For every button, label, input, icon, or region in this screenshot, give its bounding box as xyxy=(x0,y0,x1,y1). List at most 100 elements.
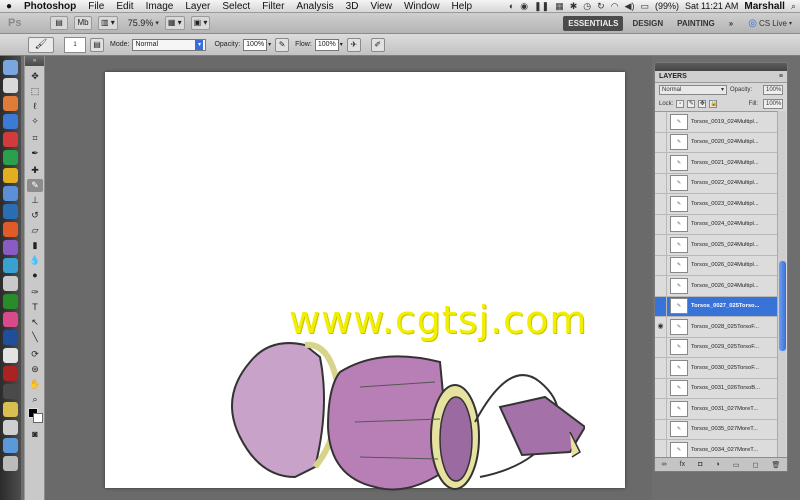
zoom-dropdown-icon[interactable]: ▾ xyxy=(155,19,159,27)
visibility-toggle[interactable] xyxy=(655,234,667,255)
visibility-toggle[interactable] xyxy=(655,337,667,358)
blur-tool-icon[interactable]: 💧 xyxy=(27,254,43,267)
visibility-toggle[interactable] xyxy=(655,296,667,317)
dock-app-icon-5[interactable] xyxy=(3,168,18,183)
dock-app-icon-3[interactable] xyxy=(3,132,18,147)
visibility-toggle[interactable] xyxy=(655,255,667,276)
layer-row[interactable]: ✎ Torsos_0030_025TorsoF... xyxy=(655,357,777,379)
opacity-dropdown-icon[interactable]: ▾ xyxy=(268,41,271,48)
dock-app-icon-11[interactable] xyxy=(3,276,18,291)
layer-row[interactable]: ✎ Torsos_0031_027MoreT... xyxy=(655,398,777,420)
fill-input[interactable]: 100% xyxy=(763,99,783,109)
firefox-icon[interactable] xyxy=(3,96,18,111)
visibility-toggle[interactable] xyxy=(655,132,667,153)
dock-app-icon-14[interactable] xyxy=(3,348,18,363)
menu-file[interactable]: File xyxy=(82,0,110,13)
dock-app-icon-2[interactable] xyxy=(3,114,18,129)
visibility-toggle[interactable] xyxy=(655,111,667,132)
mode-select[interactable]: Normal ▾ xyxy=(132,38,207,51)
quick-mask-icon[interactable]: ◙ xyxy=(27,428,43,441)
dock-app-icon-6[interactable] xyxy=(3,186,18,201)
clone-stamp-tool-icon[interactable]: ⊥ xyxy=(27,194,43,207)
menu-window[interactable]: Window xyxy=(398,0,446,13)
dodge-tool-icon[interactable]: ● xyxy=(27,269,43,282)
visibility-toggle[interactable] xyxy=(655,275,667,296)
dock-app-icon-17[interactable] xyxy=(3,402,18,417)
menu-photoshop[interactable]: Photoshop xyxy=(18,0,82,13)
blend-mode-select[interactable]: Normal xyxy=(659,85,727,95)
grid-icon[interactable]: ▦ xyxy=(555,1,564,12)
menu-3d[interactable]: 3D xyxy=(340,0,365,13)
dock-app-icon-13[interactable] xyxy=(3,312,18,327)
layer-row[interactable]: ✎ Torsos_0024_024Multipl... xyxy=(655,214,777,235)
screen-mode-button[interactable]: ▣ ▾ xyxy=(190,16,211,30)
3d-rotate-tool-icon[interactable]: ⟳ xyxy=(27,348,43,361)
layer-mask-icon[interactable]: ◘ xyxy=(698,461,702,468)
layer-row[interactable]: ✎ Torsos_0029_025TorsoF... xyxy=(655,337,777,358)
gradient-tool-icon[interactable]: ▮ xyxy=(27,239,43,252)
layer-row[interactable]: ✎ Torsos_0019_024Multipl... xyxy=(655,111,777,133)
visibility-toggle[interactable] xyxy=(655,214,667,235)
new-group-icon[interactable]: ▭ xyxy=(733,461,740,469)
layer-row[interactable]: ◉ ✎ Torsos_0028_025TorsoF... xyxy=(655,316,777,338)
quick-select-tool-icon[interactable]: ✧ xyxy=(27,115,43,128)
workspace-more[interactable]: » xyxy=(724,16,738,31)
lock-pixels-icon[interactable]: ✎ xyxy=(687,100,696,108)
dock-app-icon-19[interactable] xyxy=(3,438,18,453)
visibility-toggle[interactable] xyxy=(655,419,667,440)
status-icon-1[interactable]: ◐ xyxy=(509,1,514,11)
dock-app-icon-18[interactable] xyxy=(3,420,18,435)
dock-app-icon-16[interactable] xyxy=(3,384,18,399)
layer-row[interactable]: ✎ Torsos_0022_024Multipl... xyxy=(655,173,777,194)
layer-row[interactable]: ✎ Torsos_0023_024Multipl... xyxy=(655,193,777,215)
history-brush-tool-icon[interactable]: ↺ xyxy=(27,209,43,222)
marquee-tool-icon[interactable]: ⬚ xyxy=(27,85,43,98)
layer-row[interactable]: ✎ Torsos_0026_024Multipl... xyxy=(655,255,777,276)
layer-opacity-input[interactable]: 100% xyxy=(763,85,783,95)
dock-app-icon-15[interactable] xyxy=(3,366,18,381)
dock-app-icon-12[interactable] xyxy=(3,294,18,309)
visibility-toggle[interactable] xyxy=(655,193,667,214)
menu-edit[interactable]: Edit xyxy=(110,0,139,13)
menu-image[interactable]: Image xyxy=(140,0,180,13)
clock[interactable]: Sat 11:21 AM xyxy=(685,1,738,11)
arrange-documents-button[interactable]: ▦ ▾ xyxy=(164,16,185,30)
visibility-toggle[interactable] xyxy=(655,357,667,378)
dock-app-icon-7[interactable] xyxy=(3,204,18,219)
tool-preset-picker[interactable]: 🖌 xyxy=(28,36,54,53)
lasso-tool-icon[interactable]: ℓ xyxy=(27,100,43,113)
visibility-toggle[interactable]: ◉ xyxy=(655,316,667,337)
menu-select[interactable]: Select xyxy=(216,0,256,13)
visibility-toggle[interactable] xyxy=(655,378,667,399)
tablet-opacity-icon[interactable]: ✎ xyxy=(275,37,290,52)
flow-dropdown-icon[interactable]: ▾ xyxy=(340,41,343,48)
layer-row[interactable]: ✎ Torsos_0031_026TorsoB... xyxy=(655,378,777,399)
crop-tool-icon[interactable]: ⌗ xyxy=(27,132,43,145)
eye-status-icon[interactable]: ◉ xyxy=(520,1,528,12)
healing-brush-tool-icon[interactable]: ✚ xyxy=(27,164,43,177)
zoom-level[interactable]: 75.9% xyxy=(128,18,154,28)
menu-help[interactable]: Help xyxy=(446,0,479,13)
delete-layer-icon[interactable]: 🗑 xyxy=(771,461,780,469)
tablet-size-icon[interactable]: ✐ xyxy=(370,37,385,52)
layers-panel-titlebar[interactable] xyxy=(655,63,787,71)
workspace-painting[interactable]: PAINTING xyxy=(672,16,720,31)
lock-transparency-icon[interactable]: ▫ xyxy=(676,100,685,108)
layer-row[interactable]: ✎ Torsos_0035_027MoreT... xyxy=(655,419,777,440)
spotlight-icon[interactable]: ⌕ xyxy=(791,1,796,12)
layer-row[interactable]: ✎ Torsos_0026_024Multipl... xyxy=(655,275,777,297)
3d-camera-tool-icon[interactable]: ⊛ xyxy=(27,363,43,376)
layers-scrollbar[interactable] xyxy=(777,111,786,459)
dock-app-icon-4[interactable] xyxy=(3,150,18,165)
eyedropper-tool-icon[interactable]: ✒ xyxy=(27,147,43,160)
layer-row[interactable]: ✎ Torsos_0021_024Multipl... xyxy=(655,152,777,174)
brush-tool-icon[interactable]: ✎ xyxy=(27,179,43,192)
eraser-tool-icon[interactable]: ▱ xyxy=(27,224,43,237)
finder-icon[interactable] xyxy=(3,60,18,75)
visibility-toggle[interactable] xyxy=(655,398,667,419)
opacity-input[interactable]: 100% xyxy=(243,38,268,51)
layer-row[interactable]: ✎ Torsos_0027_025Torso... xyxy=(655,296,777,317)
airbrush-icon[interactable]: ✈ xyxy=(346,37,361,52)
visibility-toggle[interactable] xyxy=(655,152,667,173)
workspace-design[interactable]: DESIGN xyxy=(627,16,668,31)
